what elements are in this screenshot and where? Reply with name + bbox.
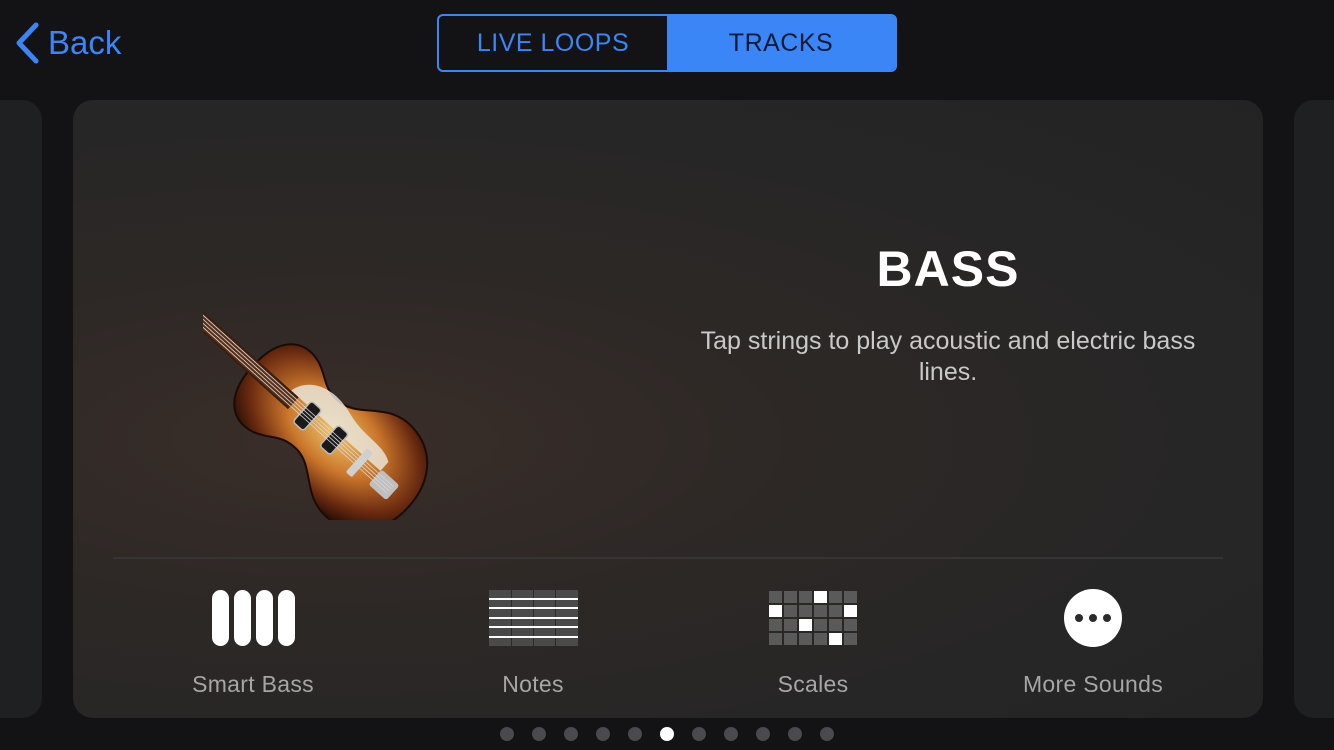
scales-icon bbox=[769, 588, 857, 647]
page-indicator bbox=[0, 727, 1334, 741]
page-dot[interactable] bbox=[660, 727, 674, 741]
more-sounds-button[interactable]: More Sounds bbox=[973, 588, 1213, 698]
page-dot[interactable] bbox=[500, 727, 514, 741]
mode-segmented-control: LIVE LOOPS TRACKS bbox=[437, 14, 897, 72]
notes-button[interactable]: Notes bbox=[413, 588, 653, 698]
tab-live-loops[interactable]: LIVE LOOPS bbox=[439, 16, 667, 70]
page-dot[interactable] bbox=[532, 727, 546, 741]
back-button[interactable]: Back bbox=[14, 20, 121, 66]
app-screen: Back LIVE LOOPS TRACKS BASS Tap strings … bbox=[0, 0, 1334, 750]
page-dot[interactable] bbox=[564, 727, 578, 741]
page-dot[interactable] bbox=[788, 727, 802, 741]
smart-bass-button[interactable]: Smart Bass bbox=[133, 588, 373, 698]
divider bbox=[113, 557, 1223, 559]
back-label: Back bbox=[48, 24, 122, 61]
page-dot[interactable] bbox=[756, 727, 770, 741]
previous-instrument-card[interactable] bbox=[0, 100, 42, 718]
page-dot[interactable] bbox=[724, 727, 738, 741]
instrument-title: BASS bbox=[876, 241, 1020, 297]
page-dot[interactable] bbox=[820, 727, 834, 741]
next-instrument-card[interactable] bbox=[1294, 100, 1334, 718]
more-icon bbox=[1064, 588, 1122, 647]
chevron-left-icon bbox=[16, 22, 39, 64]
bass-guitar-image bbox=[203, 243, 429, 520]
page-dot[interactable] bbox=[596, 727, 610, 741]
page-dot[interactable] bbox=[628, 727, 642, 741]
page-dot[interactable] bbox=[692, 727, 706, 741]
more-sounds-label: More Sounds bbox=[1022, 671, 1164, 697]
tab-tracks[interactable]: TRACKS bbox=[667, 16, 895, 70]
smart-bass-icon bbox=[211, 588, 295, 647]
smart-bass-label: Smart Bass bbox=[192, 671, 314, 697]
scales-button[interactable]: Scales bbox=[693, 588, 933, 698]
notes-label: Notes bbox=[502, 671, 564, 697]
notes-icon bbox=[488, 588, 578, 647]
instrument-description: Tap strings to play acoustic and electri… bbox=[700, 327, 1196, 386]
scales-label: Scales bbox=[777, 671, 849, 697]
instrument-card[interactable]: BASS Tap strings to play acoustic and el… bbox=[73, 100, 1263, 718]
